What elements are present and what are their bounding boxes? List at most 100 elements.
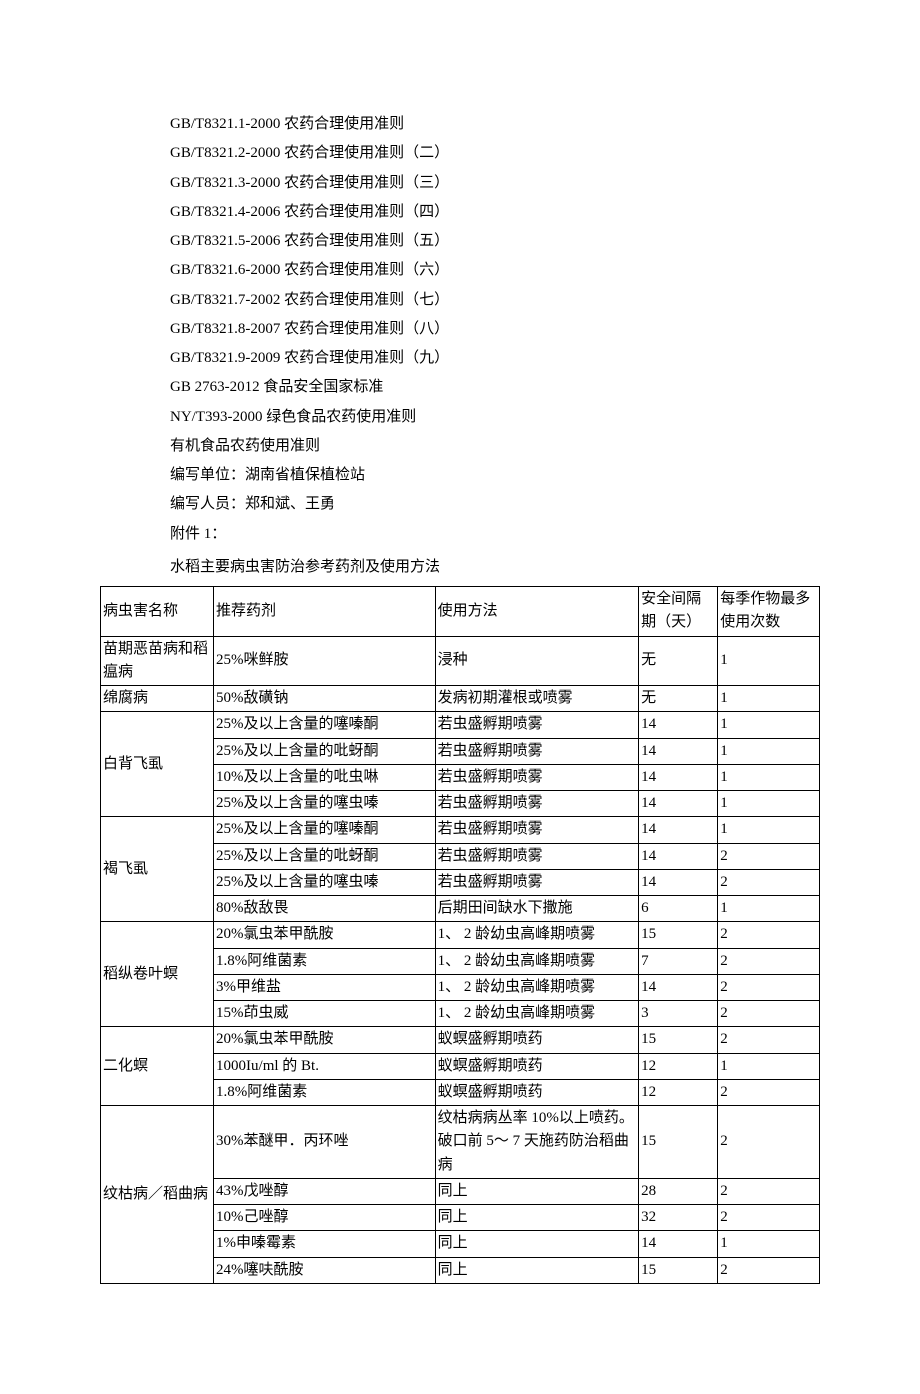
cell-interval: 14 bbox=[639, 974, 718, 1000]
cell-method: 若虫盛孵期喷雾 bbox=[435, 843, 638, 869]
reference-line: GB/T8321.2-2000 农药合理使用准则（二） bbox=[170, 139, 830, 168]
cell-count: 1 bbox=[718, 817, 820, 843]
cell-method: 发病初期灌根或喷雾 bbox=[435, 686, 638, 712]
cell-interval: 14 bbox=[639, 817, 718, 843]
cell-method: 同上 bbox=[435, 1205, 638, 1231]
cell-drug: 25%及以上含量的吡蚜酮 bbox=[214, 738, 436, 764]
cell-method: 1、 2 龄幼虫高峰期喷雾 bbox=[435, 974, 638, 1000]
reference-line: GB/T8321.4-2006 农药合理使用准则（四） bbox=[170, 198, 830, 227]
cell-method: 浸种 bbox=[435, 636, 638, 686]
cell-method: 蚁螟盛孵期喷药 bbox=[435, 1027, 638, 1053]
cell-drug: 25%及以上含量的噻虫嗪 bbox=[214, 791, 436, 817]
cell-drug: 25%及以上含量的噻嗪酮 bbox=[214, 712, 436, 738]
cell-interval: 14 bbox=[639, 869, 718, 895]
table-body: 苗期恶苗病和稻瘟病25%咪鲜胺浸种无1绵腐病50%敌磺钠发病初期灌根或喷雾无1白… bbox=[101, 636, 820, 1283]
cell-drug: 1.8%阿维菌素 bbox=[214, 1079, 436, 1105]
cell-method: 若虫盛孵期喷雾 bbox=[435, 764, 638, 790]
cell-method: 同上 bbox=[435, 1257, 638, 1283]
cell-drug: 43%戊唑醇 bbox=[214, 1178, 436, 1204]
cell-interval: 无 bbox=[639, 686, 718, 712]
cell-interval: 15 bbox=[639, 922, 718, 948]
cell-interval: 32 bbox=[639, 1205, 718, 1231]
cell-interval: 14 bbox=[639, 1231, 718, 1257]
cell-drug: 3%甲维盐 bbox=[214, 974, 436, 1000]
cell-count: 1 bbox=[718, 686, 820, 712]
reference-line: GB/T8321.6-2000 农药合理使用准则（六） bbox=[170, 256, 830, 285]
cell-name: 绵腐病 bbox=[101, 686, 214, 712]
cell-drug: 1%申嗪霉素 bbox=[214, 1231, 436, 1257]
table-row: 褐飞虱25%及以上含量的噻嗪酮若虫盛孵期喷雾141 bbox=[101, 817, 820, 843]
cell-interval: 28 bbox=[639, 1178, 718, 1204]
cell-drug: 24%噻呋酰胺 bbox=[214, 1257, 436, 1283]
cell-interval: 14 bbox=[639, 791, 718, 817]
reference-line: GB/T8321.7-2002 农药合理使用准则（七） bbox=[170, 286, 830, 315]
header-method: 使用方法 bbox=[435, 587, 638, 637]
reference-list: GB/T8321.1-2000 农药合理使用准则 GB/T8321.2-2000… bbox=[170, 110, 830, 549]
cell-method: 蚁螟盛孵期喷药 bbox=[435, 1053, 638, 1079]
cell-drug: 25%及以上含量的噻嗪酮 bbox=[214, 817, 436, 843]
reference-line: GB/T8321.5-2006 农药合理使用准则（五） bbox=[170, 227, 830, 256]
table-title: 水稻主要病虫害防治参考药剂及使用方法 bbox=[170, 553, 830, 582]
cell-name: 苗期恶苗病和稻瘟病 bbox=[101, 636, 214, 686]
cell-method: 若虫盛孵期喷雾 bbox=[435, 791, 638, 817]
table-row: 稻纵卷叶螟20%氯虫苯甲酰胺1、 2 龄幼虫高峰期喷雾152 bbox=[101, 922, 820, 948]
pesticide-table: 病虫害名称 推荐药剂 使用方法 安全间隔期（天） 每季作物最多使用次数 苗期恶苗… bbox=[100, 586, 820, 1284]
cell-drug: 1000Iu/ml 的 Bt. bbox=[214, 1053, 436, 1079]
cell-drug: 20%氯虫苯甲酰胺 bbox=[214, 1027, 436, 1053]
header-count: 每季作物最多使用次数 bbox=[718, 587, 820, 637]
cell-count: 2 bbox=[718, 843, 820, 869]
cell-method: 1、 2 龄幼虫高峰期喷雾 bbox=[435, 922, 638, 948]
cell-method: 若虫盛孵期喷雾 bbox=[435, 712, 638, 738]
cell-count: 2 bbox=[718, 948, 820, 974]
cell-drug: 25%咪鲜胺 bbox=[214, 636, 436, 686]
cell-count: 1 bbox=[718, 636, 820, 686]
cell-count: 2 bbox=[718, 1106, 820, 1179]
cell-name: 二化螟 bbox=[101, 1027, 214, 1106]
cell-drug: 50%敌磺钠 bbox=[214, 686, 436, 712]
cell-count: 2 bbox=[718, 1079, 820, 1105]
cell-drug: 10%及以上含量的吡虫啉 bbox=[214, 764, 436, 790]
cell-name: 白背飞虱 bbox=[101, 712, 214, 817]
reference-line: 编写单位：湖南省植保植检站 bbox=[170, 461, 830, 490]
cell-method: 1、 2 龄幼虫高峰期喷雾 bbox=[435, 948, 638, 974]
reference-line: GB/T8321.9-2009 农药合理使用准则（九） bbox=[170, 344, 830, 373]
cell-interval: 14 bbox=[639, 738, 718, 764]
cell-count: 1 bbox=[718, 712, 820, 738]
cell-drug: 1.8%阿维菌素 bbox=[214, 948, 436, 974]
cell-count: 2 bbox=[718, 974, 820, 1000]
cell-count: 1 bbox=[718, 1053, 820, 1079]
cell-interval: 14 bbox=[639, 712, 718, 738]
header-drug: 推荐药剂 bbox=[214, 587, 436, 637]
cell-drug: 20%氯虫苯甲酰胺 bbox=[214, 922, 436, 948]
cell-method: 若虫盛孵期喷雾 bbox=[435, 817, 638, 843]
cell-method: 同上 bbox=[435, 1178, 638, 1204]
cell-method: 同上 bbox=[435, 1231, 638, 1257]
cell-method: 若虫盛孵期喷雾 bbox=[435, 738, 638, 764]
cell-interval: 15 bbox=[639, 1027, 718, 1053]
cell-drug: 25%及以上含量的噻虫嗪 bbox=[214, 869, 436, 895]
header-name: 病虫害名称 bbox=[101, 587, 214, 637]
cell-count: 2 bbox=[718, 1178, 820, 1204]
reference-line: 有机食品农药使用准则 bbox=[170, 432, 830, 461]
table-row: 绵腐病50%敌磺钠发病初期灌根或喷雾无1 bbox=[101, 686, 820, 712]
cell-count: 1 bbox=[718, 896, 820, 922]
cell-method: 1、 2 龄幼虫高峰期喷雾 bbox=[435, 1001, 638, 1027]
table-row: 白背飞虱25%及以上含量的噻嗪酮若虫盛孵期喷雾141 bbox=[101, 712, 820, 738]
cell-name: 褐飞虱 bbox=[101, 817, 214, 922]
cell-method: 纹枯病病丛率 10%以上喷药。破口前 5～ 7 天施药防治稻曲病 bbox=[435, 1106, 638, 1179]
cell-count: 2 bbox=[718, 1257, 820, 1283]
reference-line: 编写人员：郑和斌、王勇 bbox=[170, 490, 830, 519]
cell-drug: 30%苯醚甲．丙环唑 bbox=[214, 1106, 436, 1179]
cell-count: 1 bbox=[718, 738, 820, 764]
cell-interval: 3 bbox=[639, 1001, 718, 1027]
cell-interval: 14 bbox=[639, 764, 718, 790]
cell-interval: 14 bbox=[639, 843, 718, 869]
cell-method: 后期田间缺水下撒施 bbox=[435, 896, 638, 922]
cell-name: 稻纵卷叶螟 bbox=[101, 922, 214, 1027]
table-header-row: 病虫害名称 推荐药剂 使用方法 安全间隔期（天） 每季作物最多使用次数 bbox=[101, 587, 820, 637]
cell-interval: 15 bbox=[639, 1257, 718, 1283]
cell-drug: 10%己唑醇 bbox=[214, 1205, 436, 1231]
table-row: 苗期恶苗病和稻瘟病25%咪鲜胺浸种无1 bbox=[101, 636, 820, 686]
header-interval: 安全间隔期（天） bbox=[639, 587, 718, 637]
cell-interval: 12 bbox=[639, 1079, 718, 1105]
